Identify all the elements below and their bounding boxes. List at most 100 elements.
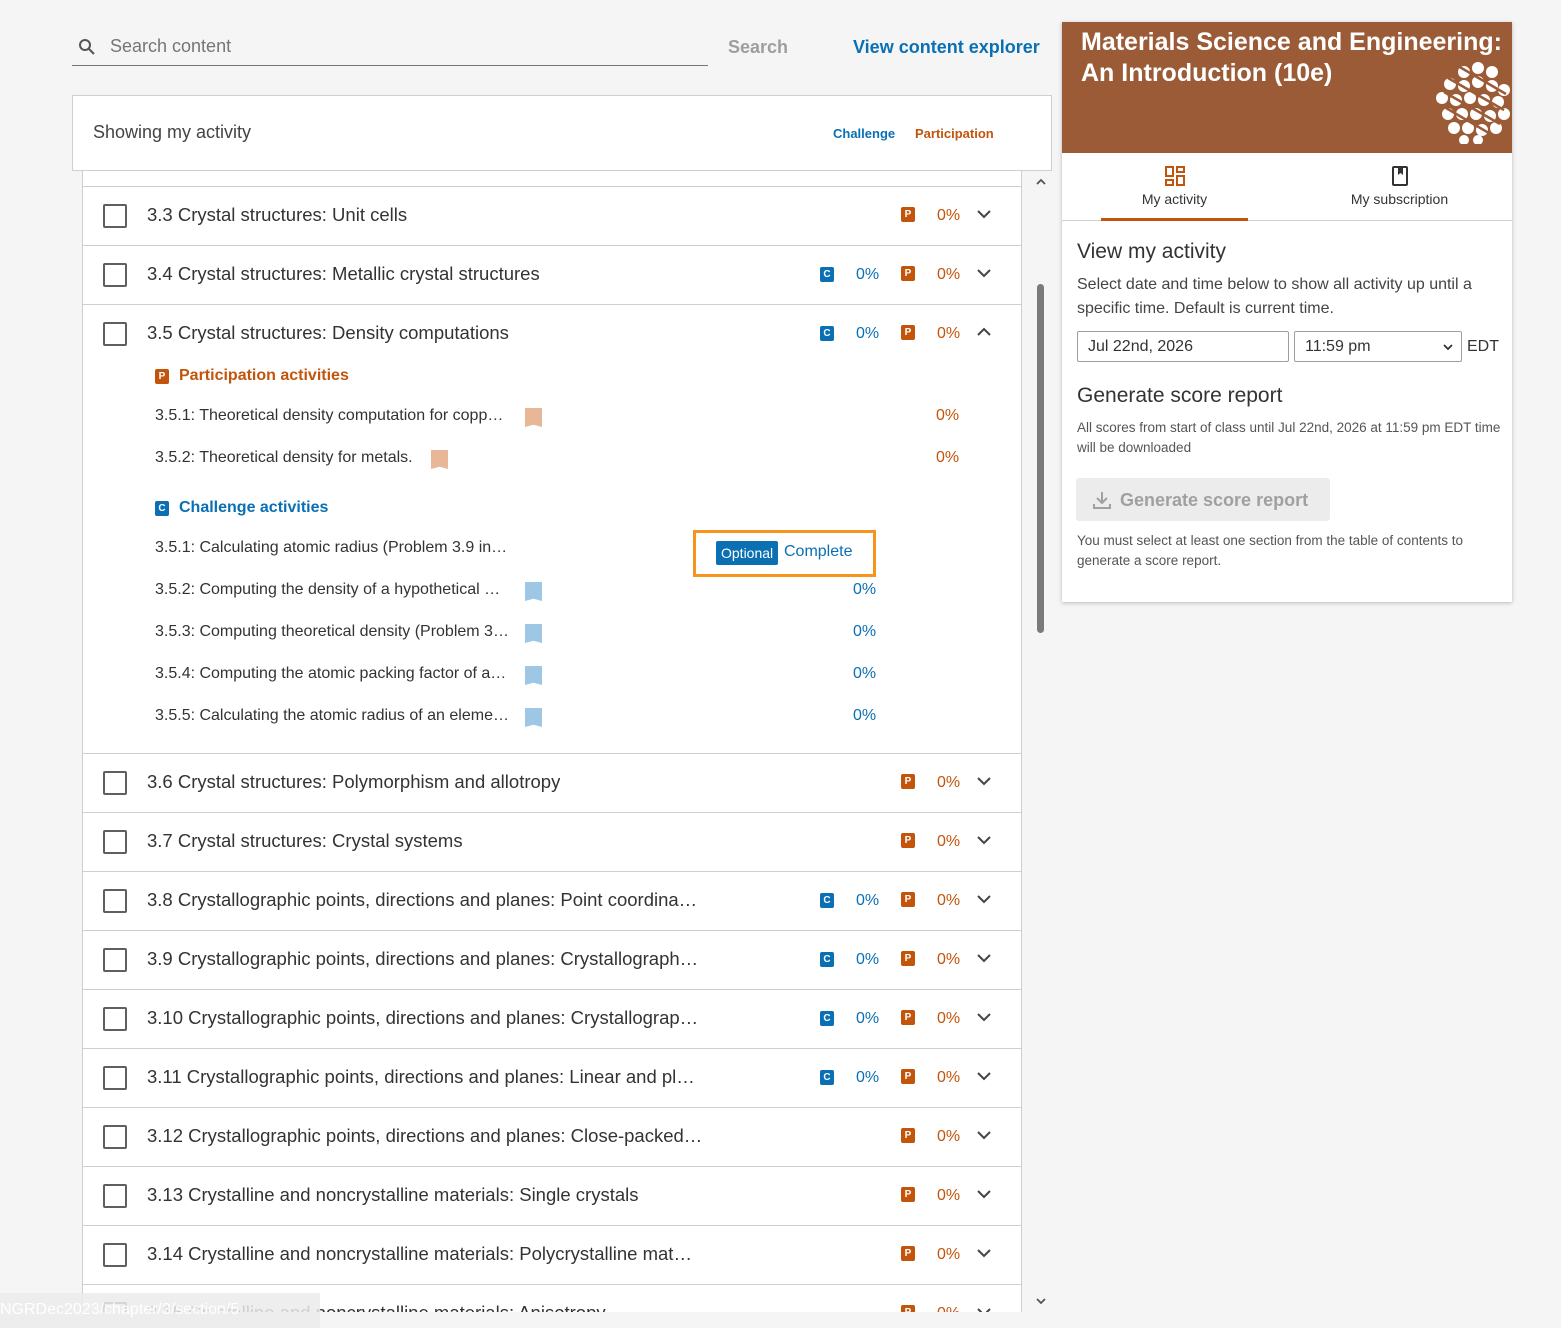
section-header[interactable]: 3.8 Crystallographic points, directions … bbox=[83, 872, 1021, 930]
chevron-down-icon[interactable] bbox=[976, 1186, 992, 1202]
challenge-badge-icon: C bbox=[820, 1011, 834, 1026]
search-icon bbox=[79, 38, 95, 55]
participation-percent: 0% bbox=[937, 1069, 961, 1086]
participation-activity-link[interactable]: 3.5.1: Theoretical density computation f… bbox=[155, 407, 503, 425]
chevron-down-icon[interactable] bbox=[976, 206, 992, 222]
scroll-down-arrow-icon[interactable] bbox=[1035, 1295, 1047, 1307]
section-checkbox[interactable] bbox=[103, 1243, 127, 1267]
section-title[interactable]: 3.9 Crystallographic points, directions … bbox=[147, 948, 698, 970]
section-checkbox[interactable] bbox=[103, 1066, 127, 1090]
optional-complete-status[interactable]: Optional Complete bbox=[693, 530, 876, 577]
section-expanded-body: P Participation activities 3.5.1: Theoreti… bbox=[83, 363, 1021, 753]
section-checkbox[interactable] bbox=[103, 263, 127, 287]
challenge-activity-link[interactable]: 3.5.5: Calculating the atomic radius of … bbox=[155, 707, 509, 725]
tab-my-subscription[interactable]: My subscription bbox=[1327, 153, 1472, 221]
legend-participation: Participation bbox=[915, 126, 994, 141]
section-checkbox[interactable] bbox=[103, 204, 127, 228]
tab-my-activity[interactable]: My activity bbox=[1101, 153, 1248, 221]
section-title[interactable]: 3.11 Crystallographic points, directions… bbox=[147, 1066, 695, 1088]
chevron-down-icon[interactable] bbox=[976, 1127, 992, 1143]
section-header[interactable]: 3.14 Crystalline and noncrystalline mate… bbox=[83, 1226, 1021, 1284]
chevron-down-icon bbox=[1443, 344, 1453, 351]
chevron-down-icon[interactable] bbox=[976, 1304, 992, 1312]
challenge-activity-percent: 0% bbox=[853, 623, 877, 640]
chevron-down-icon[interactable] bbox=[976, 1245, 992, 1261]
search-field[interactable] bbox=[72, 28, 708, 66]
participation-percent: 0% bbox=[937, 266, 961, 283]
section-title[interactable]: 3.10 Crystallographic points, directions… bbox=[147, 1007, 698, 1029]
section-header[interactable]: 3.7 Crystal structures: Crystal systems P… bbox=[83, 813, 1021, 871]
section-row: 3.14 Crystalline and noncrystalline mate… bbox=[83, 1226, 1021, 1285]
participation-activity-link[interactable]: 3.5.2: Theoretical density for metals. bbox=[155, 449, 413, 467]
download-icon bbox=[1093, 492, 1111, 509]
scroll-up-arrow-icon[interactable] bbox=[1035, 176, 1047, 188]
section-title[interactable]: 3.7 Crystal structures: Crystal systems bbox=[147, 830, 463, 852]
section-header[interactable]: 3.13 Crystalline and noncrystalline mate… bbox=[83, 1167, 1021, 1225]
participation-percent: 0% bbox=[937, 774, 961, 791]
challenge-activity-link[interactable]: 3.5.1: Calculating atomic radius (Proble… bbox=[155, 539, 507, 557]
section-checkbox[interactable] bbox=[103, 1184, 127, 1208]
challenge-status-marker-icon bbox=[525, 582, 542, 601]
section-header[interactable]: 3.5 Crystal structures: Density computat… bbox=[83, 305, 1021, 363]
participation-badge-icon: P bbox=[901, 266, 915, 281]
date-input[interactable]: Jul 22nd, 2026 bbox=[1077, 331, 1289, 362]
legend-challenge: Challenge bbox=[833, 126, 896, 141]
challenge-activity-link[interactable]: 3.5.2: Computing the density of a hypoth… bbox=[155, 581, 500, 599]
tab-my-activity-label: My activity bbox=[1141, 191, 1208, 207]
section-header[interactable]: 3.12 Crystallographic points, directions… bbox=[83, 1108, 1021, 1166]
chevron-up-icon[interactable] bbox=[976, 324, 992, 340]
book-card: Materials Science and Engineering: An In… bbox=[1062, 22, 1512, 602]
section-header[interactable]: 3.6 Crystal structures: Polymorphism and… bbox=[83, 754, 1021, 812]
section-title[interactable]: 3.6 Crystal structures: Polymorphism and… bbox=[147, 771, 560, 793]
generate-score-report-button[interactable]: Generate score report bbox=[1076, 478, 1330, 521]
participation-percent: 0% bbox=[937, 1128, 961, 1145]
participation-percent: 0% bbox=[937, 833, 961, 850]
tab-my-subscription-label: My subscription bbox=[1350, 191, 1449, 207]
section-list: 3.3 Crystal structures: Unit cells P 0% 3.4… bbox=[82, 171, 1022, 1312]
section-title[interactable]: 3.3 Crystal structures: Unit cells bbox=[147, 204, 407, 226]
chevron-down-icon[interactable] bbox=[976, 1009, 992, 1025]
challenge-activity-link[interactable]: 3.5.3: Computing theoretical density (Pr… bbox=[155, 623, 509, 641]
section-checkbox[interactable] bbox=[103, 830, 127, 854]
section-title[interactable]: 3.4 Crystal structures: Metallic crystal… bbox=[147, 263, 540, 285]
participation-badge-icon: P bbox=[901, 774, 915, 789]
section-checkbox[interactable] bbox=[103, 948, 127, 972]
section-header[interactable]: 3.4 Crystal structures: Metallic crystal… bbox=[83, 246, 1021, 304]
chevron-down-icon[interactable] bbox=[976, 891, 992, 907]
participation-percent: 0% bbox=[937, 892, 961, 909]
chevron-down-icon[interactable] bbox=[976, 950, 992, 966]
time-select-value: 11:59 pm bbox=[1305, 338, 1371, 355]
section-title[interactable]: 3.5 Crystal structures: Density computat… bbox=[147, 322, 509, 344]
challenge-percent: 0% bbox=[856, 951, 880, 968]
view-content-explorer-link[interactable]: View content explorer bbox=[853, 37, 1040, 58]
section-title[interactable]: 3.8 Crystallographic points, directions … bbox=[147, 889, 697, 911]
participation-badge-icon: P bbox=[901, 1246, 915, 1261]
scrollbar-thumb[interactable] bbox=[1037, 284, 1044, 633]
challenge-percent: 0% bbox=[856, 325, 880, 342]
section-title[interactable]: 3.12 Crystallographic points, directions… bbox=[147, 1125, 702, 1147]
section-row: 3.13 Crystalline and noncrystalline mate… bbox=[83, 1167, 1021, 1226]
section-checkbox[interactable] bbox=[103, 771, 127, 795]
section-checkbox[interactable] bbox=[103, 322, 127, 346]
search-button[interactable]: Search bbox=[728, 37, 788, 58]
section-checkbox[interactable] bbox=[103, 1007, 127, 1031]
section-row: 3.11 Crystallographic points, directions… bbox=[83, 1049, 1021, 1108]
section-header[interactable]: 3.11 Crystallographic points, directions… bbox=[83, 1049, 1021, 1107]
section-checkbox[interactable] bbox=[103, 1125, 127, 1149]
section-header[interactable]: 3.3 Crystal structures: Unit cells P 0% bbox=[83, 187, 1021, 245]
section-title[interactable]: 3.14 Crystalline and noncrystalline mate… bbox=[147, 1243, 692, 1265]
challenge-activity-link[interactable]: 3.5.4: Computing the atomic packing fact… bbox=[155, 665, 506, 683]
chevron-down-icon[interactable] bbox=[976, 773, 992, 789]
participation-percent: 0% bbox=[937, 207, 961, 224]
chevron-down-icon[interactable] bbox=[976, 832, 992, 848]
time-select[interactable]: 11:59 pm bbox=[1294, 331, 1462, 362]
section-checkbox[interactable] bbox=[103, 889, 127, 913]
section-header[interactable]: 3.9 Crystallographic points, directions … bbox=[83, 931, 1021, 989]
participation-badge-icon: P bbox=[901, 207, 915, 222]
section-header[interactable]: 3.10 Crystallographic points, directions… bbox=[83, 990, 1021, 1048]
chevron-down-icon[interactable] bbox=[976, 1068, 992, 1084]
search-input[interactable] bbox=[110, 36, 670, 57]
section-title[interactable]: 3.13 Crystalline and noncrystalline mate… bbox=[147, 1184, 639, 1206]
chevron-down-icon[interactable] bbox=[976, 265, 992, 281]
participation-badge-icon: P bbox=[155, 369, 169, 384]
